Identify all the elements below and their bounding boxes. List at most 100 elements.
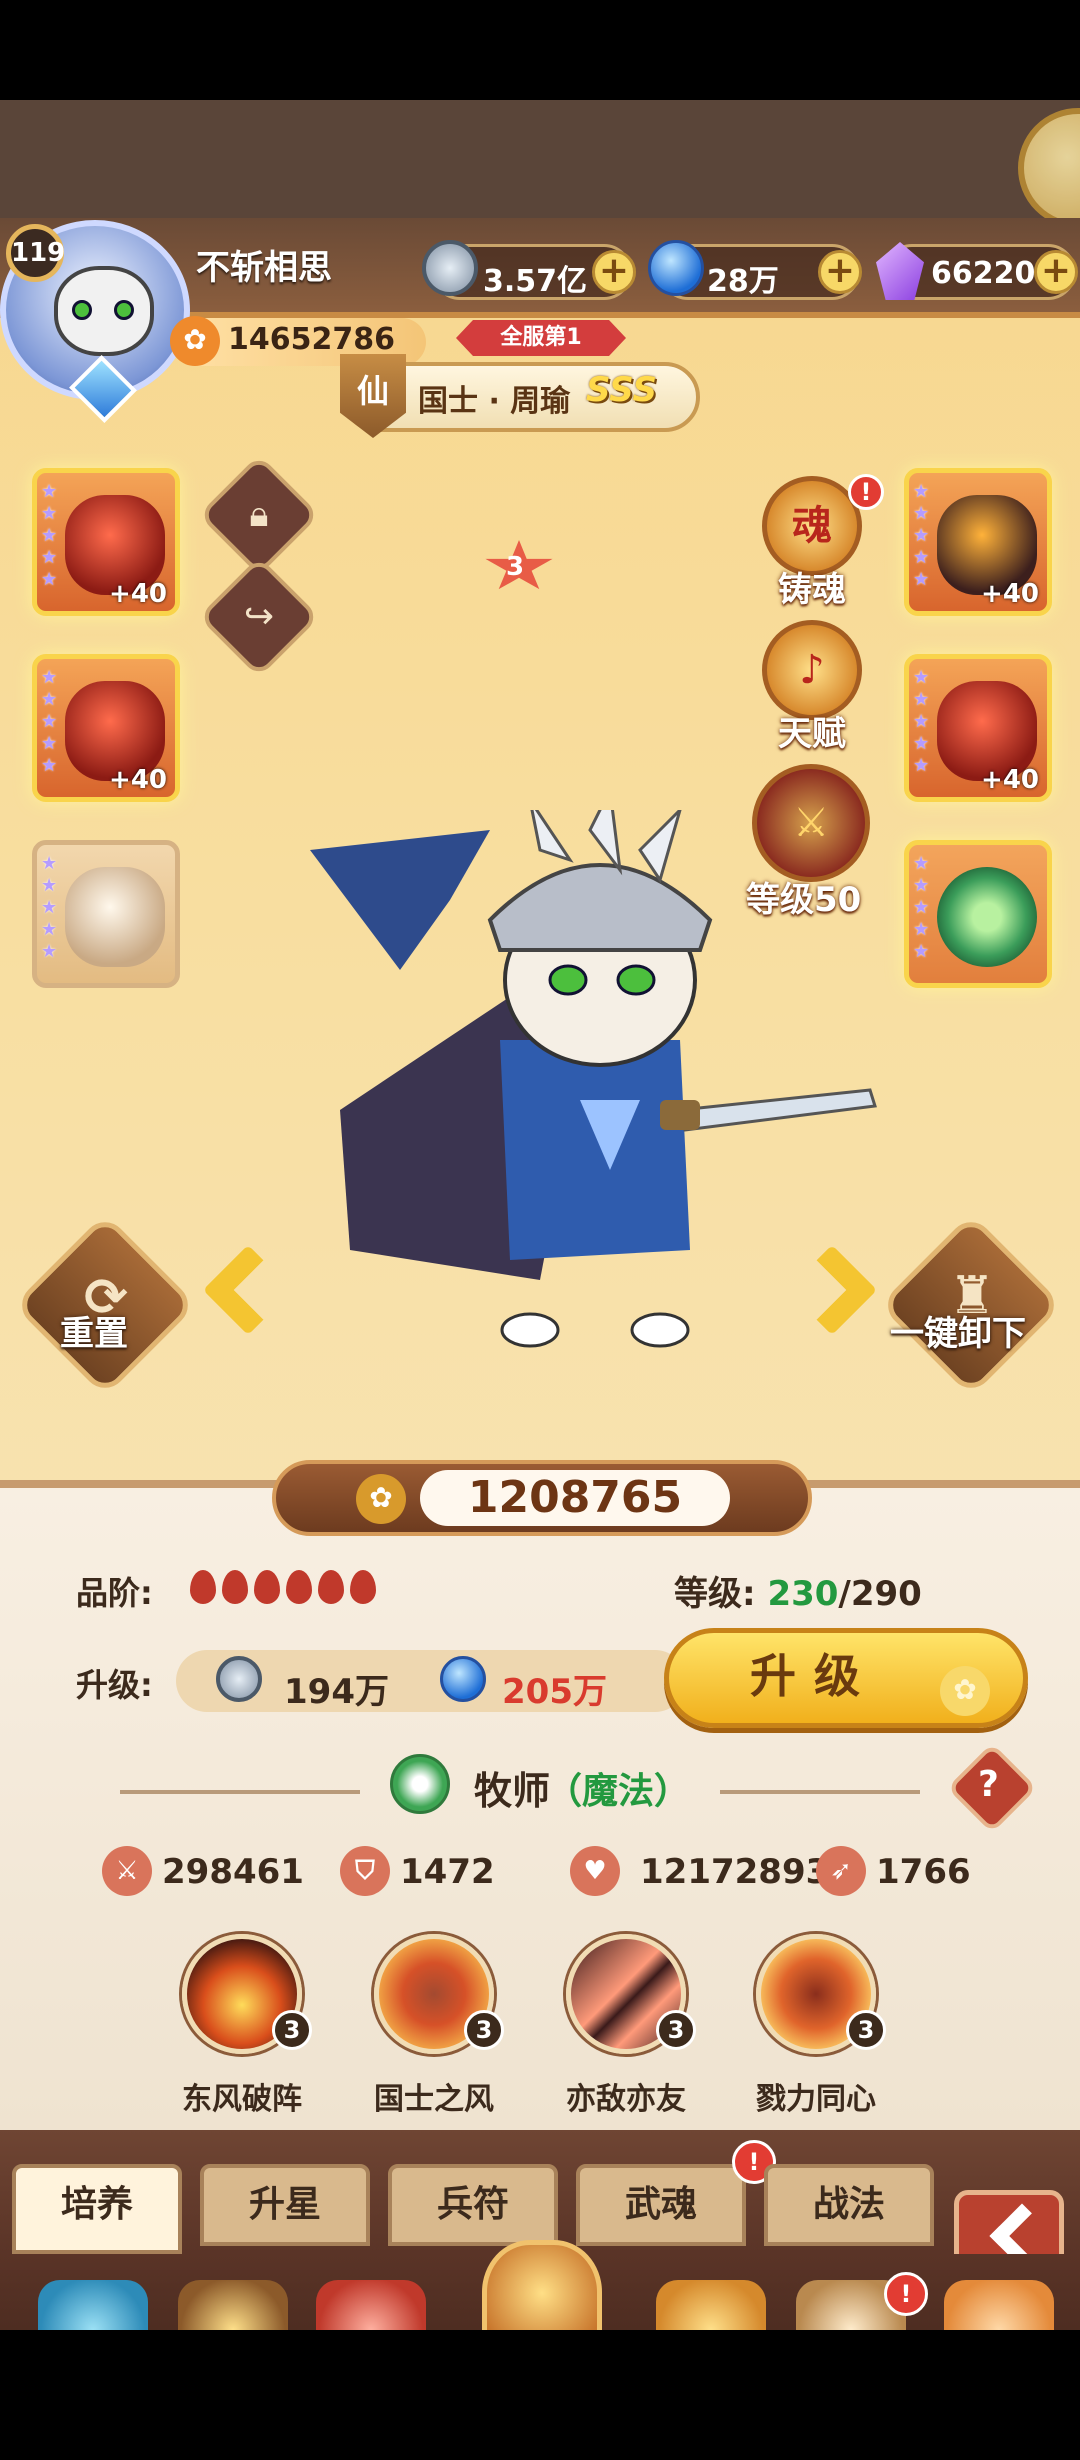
hero-detail-screen: 119 不斩相思 ✿ 14652786 3.57亿 + 28万 + 66220 … [0, 100, 1080, 2330]
add-orb-button[interactable]: + [818, 250, 862, 294]
upgrade-button-label: 升级 [750, 1649, 878, 1703]
top-bar [0, 100, 1080, 218]
equip-slot-boots[interactable]: ★ ★ ★ ★ ★ +40 [904, 654, 1052, 802]
hero-character-art [310, 810, 877, 1348]
blue-orb-icon [440, 1656, 486, 1702]
sword-icon: ⚔ [102, 1846, 152, 1896]
hero-left-eye [548, 964, 588, 996]
skill-name: 亦敌亦友 [566, 2082, 686, 2117]
help-icon: ? [978, 1764, 999, 1805]
war-drum-icon [482, 2240, 602, 2330]
nav-immortal[interactable]: 神仙 [934, 2266, 1064, 2330]
share-button[interactable]: ↪ [198, 556, 320, 678]
avatar-eye [114, 300, 134, 320]
stat-defense: 1472 [400, 1852, 495, 1892]
reset-label: 重置 [60, 1314, 128, 1354]
forge-soul-label: 铸魂 [778, 570, 846, 610]
paw-icon: ✿ [356, 1474, 406, 1524]
grade-drop-icon [222, 1570, 248, 1604]
grade-drops [190, 1568, 390, 1608]
mount-icon [65, 867, 165, 967]
hero-right-eye [616, 964, 656, 996]
tab-war-soul[interactable]: 武魂 [576, 2164, 746, 2246]
skill-name: 国士之风 [374, 2082, 494, 2117]
paw-icon: ✿ [170, 316, 220, 366]
skill-level: 3 [272, 2010, 312, 2050]
next-hero-button[interactable] [786, 1244, 880, 1356]
player-power: 14652786 [228, 322, 395, 357]
swords-icon [178, 2280, 288, 2330]
grade-drop-icon [190, 1570, 216, 1604]
player-name: 不斩相思 [196, 248, 332, 288]
forge-soul-button[interactable]: 魂 [762, 476, 862, 576]
flag-icon [316, 2280, 426, 2330]
slot-stars: ★ ★ ★ ★ ★ [913, 481, 930, 590]
tree-class-icon [390, 1754, 450, 1814]
shield-icon: ⛉ [340, 1846, 390, 1896]
cat-icon [944, 2280, 1054, 2330]
heart-icon: ♥ [570, 1846, 620, 1896]
hero-helmet [487, 863, 713, 952]
hero-class: 牧师 [474, 1769, 551, 1813]
nav-guild[interactable]: 公会 [306, 2266, 436, 2330]
nav-dungeon[interactable]: 副本 [168, 2266, 298, 2330]
avatar-face [54, 266, 154, 356]
nav-main-city[interactable]: 主城 [28, 2266, 158, 2330]
prev-hero-button[interactable] [196, 1244, 294, 1356]
star-level-value: 3 [506, 552, 525, 582]
generals-alert: ! [884, 2272, 928, 2316]
grade-drop-icon [286, 1570, 312, 1604]
equip-slot-jade[interactable]: ★ ★ ★ ★ ★ [904, 840, 1052, 988]
talent-label: 天赋 [778, 714, 846, 754]
hero-cape-tail [310, 830, 490, 970]
orb-amount: 28万 [707, 264, 779, 299]
skill-name: 戮力同心 [756, 2082, 876, 2117]
avatar-gem-icon [69, 355, 137, 423]
chevron-right-icon [786, 1244, 878, 1336]
tab-tactics[interactable]: 战法 [764, 2164, 934, 2246]
tab-tally[interactable]: 兵符 [388, 2164, 558, 2246]
slot-stars: ★ ★ ★ ★ ★ [913, 667, 930, 776]
hero-left-foot [500, 1312, 560, 1348]
skill-level: 3 [656, 2010, 696, 2050]
hero-sword-hilt [660, 1100, 700, 1130]
level-current: 230 [767, 1574, 839, 1614]
divider-right [720, 1790, 920, 1794]
talent-button[interactable]: ♪ [762, 620, 862, 720]
lock-button[interactable]: 🔒︎ [198, 454, 320, 576]
enhance-level: +40 [109, 579, 167, 609]
level-display: 等级: 230/290 [674, 1566, 922, 1615]
grade-drop-icon [350, 1570, 376, 1604]
paw-icon: ✿ [940, 1666, 990, 1716]
slot-stars: ★ ★ ★ ★ ★ [41, 481, 58, 590]
silver-coin-icon [216, 1656, 262, 1702]
tab-star-up[interactable]: 升星 [200, 2164, 370, 2246]
slot-stars: ★ ★ ★ ★ ★ [913, 853, 930, 962]
equip-slot-mount[interactable]: ★ ★ ★ ★ ★ [32, 840, 180, 988]
nav-campaign[interactable]: 征战 [466, 2240, 616, 2330]
boot-icon: ➶ [816, 1846, 866, 1896]
castle-icon [38, 2280, 148, 2330]
enhance-level: +40 [981, 579, 1039, 609]
skill-level: 3 [846, 2010, 886, 2050]
hero-title: 国士 · 周瑜 [418, 384, 571, 419]
hero-grade-badge: SSS [586, 370, 658, 410]
silver-amount: 3.57亿 [483, 264, 588, 299]
add-silver-button[interactable]: + [592, 250, 636, 294]
stat-hp: 12172893 [640, 1852, 830, 1892]
skill-name: 东风破阵 [182, 2082, 302, 2117]
nav-warehouse[interactable]: 仓库 [646, 2266, 776, 2330]
tab-cultivate[interactable]: 培养 [12, 2164, 182, 2254]
level-label: 等级: [674, 1574, 768, 1614]
equip-slot-weapon[interactable]: ★ ★ ★ ★ ★ +40 [32, 468, 180, 616]
share-icon: ↪ [243, 596, 275, 637]
grade-drop-icon [318, 1570, 344, 1604]
equip-slot-helmet[interactable]: ★ ★ ★ ★ ★ +40 [904, 468, 1052, 616]
cost-orb: 205万 [502, 1672, 607, 1712]
equip-slot-armor[interactable]: ★ ★ ★ ★ ★ +40 [32, 654, 180, 802]
lock-icon: 🔒︎ [249, 494, 269, 535]
hero-sword [678, 1088, 877, 1132]
player-level-badge: 119 [6, 224, 65, 282]
stat-speed: 1766 [876, 1852, 971, 1892]
add-gem-button[interactable]: + [1034, 250, 1078, 294]
